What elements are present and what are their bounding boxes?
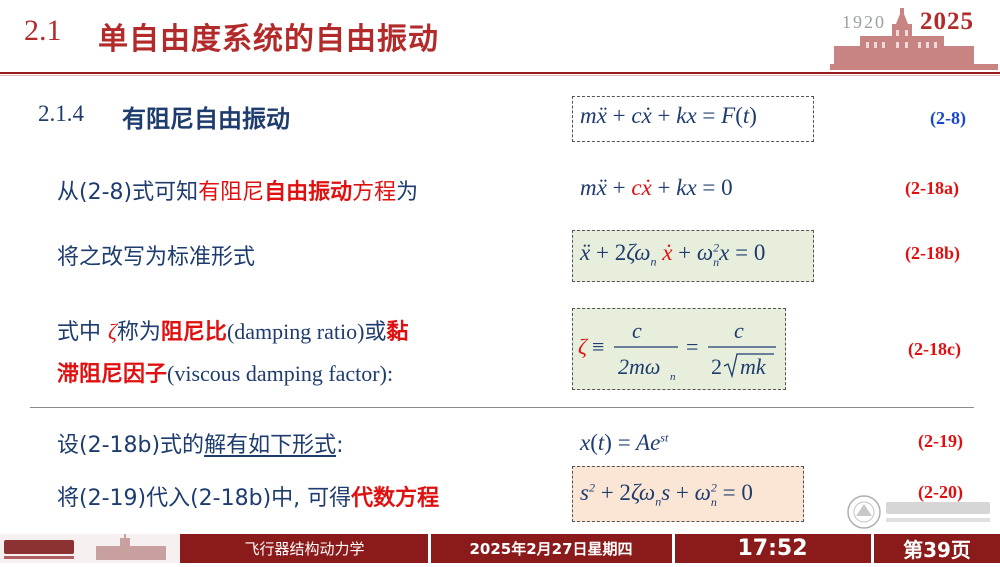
equation-tag-2-18c: (2-18c) <box>908 339 961 359</box>
solution-form-link: 解有如下形式 <box>204 433 337 458</box>
equation-2-20: s2 + 2ζωns + ω2n = 0 <box>580 480 753 509</box>
section-number: 2.1 <box>24 14 62 47</box>
equation-2-18c: ζ ≡ c 2mω n = c 2 mk <box>578 318 776 383</box>
svg-text:n: n <box>670 371 676 383</box>
text-line-4: 滞阻尼因子(viscous damping factor): <box>57 361 394 387</box>
header-divider <box>0 72 1000 74</box>
text-line-1: 从(2-8)式可知有阻尼自由振动方程为 <box>57 180 419 205</box>
equation-2-18a: mẍ + cẋ + kx = 0 <box>580 175 733 200</box>
footer-university-logo <box>4 534 166 560</box>
svg-text:c: c <box>632 318 642 343</box>
text-line-2: 将之改写为标准形式 <box>57 245 256 270</box>
header-divider-thin <box>0 75 1000 76</box>
equation-tag-2-18a: (2-18a) <box>905 178 959 198</box>
page-title: 单自由度系统的自由振动 <box>98 22 439 57</box>
content-divider <box>30 407 974 408</box>
svg-text:≡: ≡ <box>592 334 604 359</box>
footer-date: 2025年2月27日星期四 <box>469 540 633 558</box>
subsection-title: 有阻尼自由振动 <box>122 105 290 133</box>
equation-tag-2-8: (2-8) <box>930 108 966 128</box>
equation-tag-2-19: (2-19) <box>918 431 963 451</box>
svg-text:2mω: 2mω <box>618 354 660 379</box>
equation-tag-2-20: (2-20) <box>918 482 963 502</box>
anniversary-year-start: 1920 <box>842 12 886 32</box>
svg-text:mk: mk <box>740 354 767 379</box>
svg-text:ζ: ζ <box>578 334 589 359</box>
text-line-3: 式中 ζ称为阻尼比(damping ratio)或黏 <box>57 319 409 345</box>
footer-logo-area <box>0 534 180 563</box>
anniversary-year-end: 2025 <box>920 8 974 35</box>
svg-text:c: c <box>734 318 744 343</box>
footer-page-number: 第39页 <box>903 538 971 562</box>
equation-2-18b: ẍ + 2ζωn ẋ + ω2nx = 0 <box>580 240 766 269</box>
svg-text:=: = <box>686 334 698 359</box>
footer-time: 17:52 <box>737 536 808 561</box>
equation-tag-2-18b: (2-18b) <box>905 243 960 263</box>
footer-course: 飞行器结构动力学 <box>244 540 365 558</box>
text-line-5: 设(2-18b)式的解有如下形式: <box>57 433 344 458</box>
svg-text:2: 2 <box>711 354 722 379</box>
equation-2-19: x(t) = Aest <box>580 430 669 455</box>
text-line-6: 将(2-19)代入(2-18b)中, 可得代数方程 <box>57 486 440 511</box>
equation-2-8: mẍ + cẋ + kx = F(t) <box>580 103 757 128</box>
subsection-number: 2.1.4 <box>38 101 84 126</box>
